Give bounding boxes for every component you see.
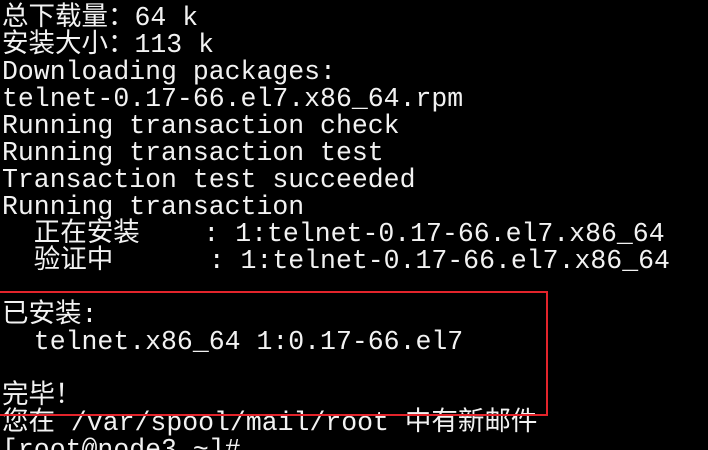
- terminal-line-test-succeeded: Transaction test succeeded: [2, 165, 416, 195]
- terminal-line-transaction-check: Running transaction check: [2, 111, 400, 141]
- terminal-line-prompt[interactable]: [root@node3 ~]#: [2, 437, 241, 450]
- terminal-line-complete: 完毕！: [2, 381, 82, 411]
- terminal-line-installed-header: 已安装:: [2, 300, 98, 330]
- terminal-window[interactable]: 总下载量：64 k 安装大小：113 k Downloading package…: [0, 0, 708, 450]
- terminal-line-package-file: telnet-0.17-66.el7.x86_64.rpm: [2, 84, 464, 114]
- terminal-line-verifying: 验证中 : 1:telnet-0.17-66.el7.x86_64: [2, 246, 670, 276]
- terminal-line-installing: 正在安装 : 1:telnet-0.17-66.el7.x86_64: [2, 219, 665, 249]
- terminal-line-downloading: Downloading packages:: [2, 57, 336, 87]
- terminal-line-install-size: 安装大小：113 k: [2, 30, 215, 60]
- terminal-line-transaction-test: Running transaction test: [2, 138, 384, 168]
- terminal-line-new-mail: 您在 /var/spool/mail/root 中有新邮件: [2, 408, 538, 438]
- terminal-line-running-transaction: Running transaction: [2, 192, 305, 222]
- terminal-line-installed-package: telnet.x86_64 1:0.17-66.el7: [2, 327, 464, 357]
- terminal-line-download-size: 总下载量：64 k: [2, 3, 199, 33]
